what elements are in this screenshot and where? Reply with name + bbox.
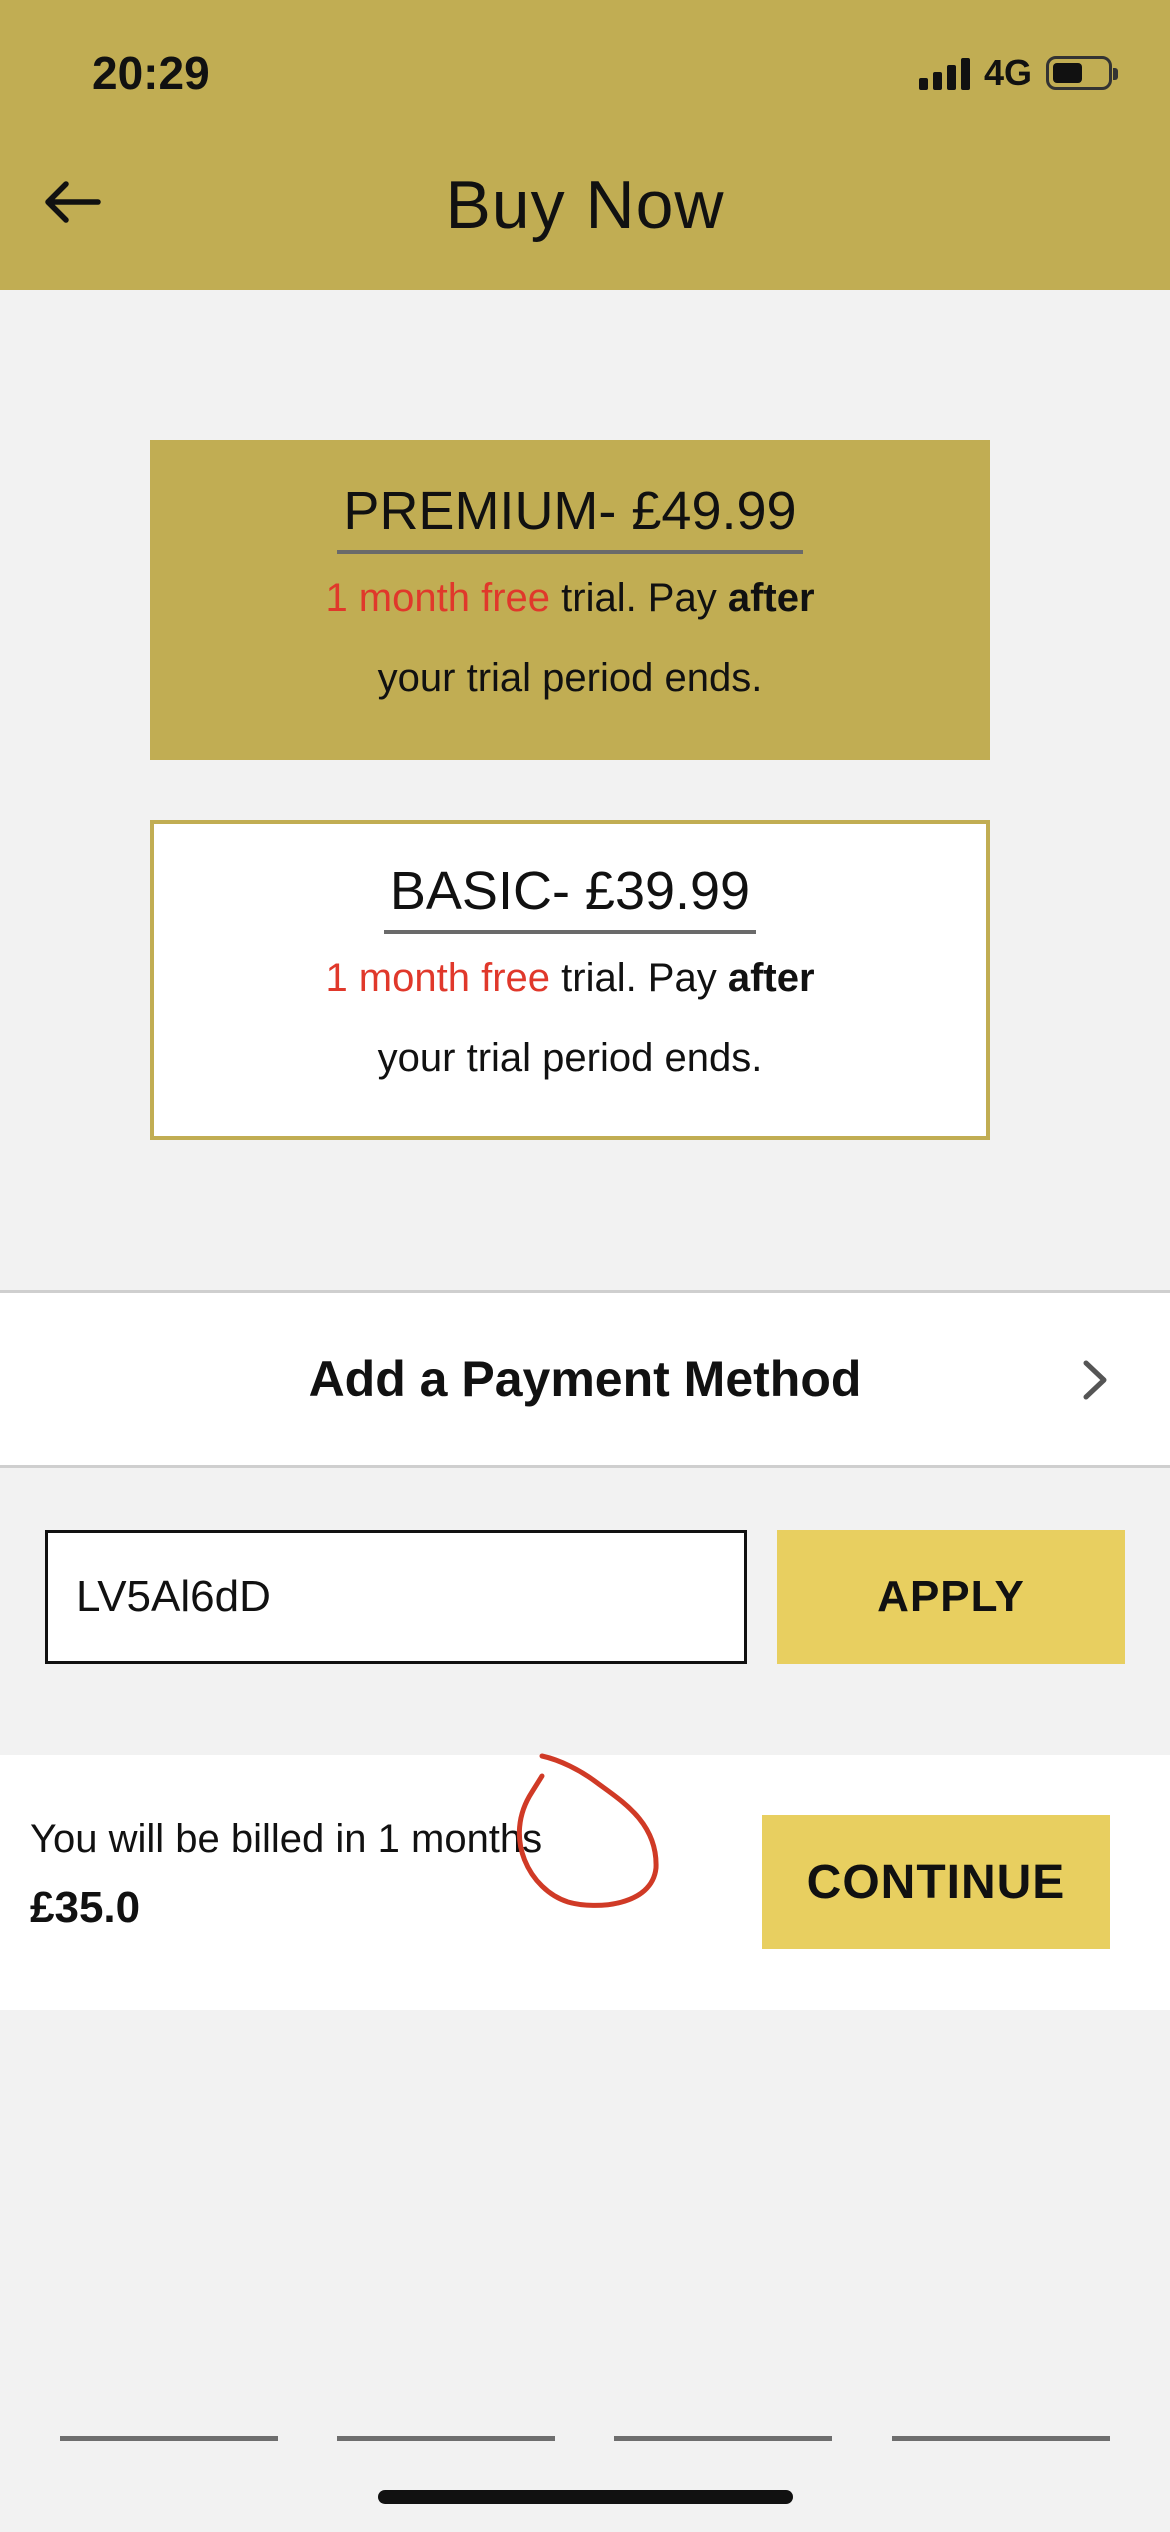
tab-indicator[interactable] <box>60 2436 278 2441</box>
battery-icon <box>1046 56 1118 90</box>
signal-icon <box>918 56 970 90</box>
plan-title: BASIC- £39.99 <box>383 860 757 934</box>
apply-button[interactable]: APPLY <box>777 1530 1125 1664</box>
plan-description: 1 month free trial. Pay after your trial… <box>325 956 815 1080</box>
continue-button[interactable]: CONTINUE <box>762 1815 1110 1949</box>
tab-indicator[interactable] <box>892 2436 1110 2441</box>
billing-panel: You will be billed in 1 months £35.0 CON… <box>0 1755 1170 2010</box>
tab-indicator[interactable] <box>337 2436 555 2441</box>
page-title: Buy Now <box>445 167 725 243</box>
plan-card-basic[interactable]: BASIC- £39.99 1 month free trial. Pay af… <box>150 820 990 1140</box>
status-time: 20:29 <box>92 47 210 99</box>
free-trial-highlight: 1 month free <box>325 576 551 620</box>
tab-indicator[interactable] <box>614 2436 832 2441</box>
plan-card-premium[interactable]: PREMIUM- £49.99 1 month free trial. Pay … <box>150 440 990 760</box>
network-label: 4G <box>983 52 1032 93</box>
status-icons: 4G <box>918 52 1118 94</box>
chevron-right-icon <box>1083 1360 1107 1400</box>
plan-title: PREMIUM- £49.99 <box>337 480 803 554</box>
billing-amount: £35.0 <box>30 1883 141 1932</box>
plan-description: 1 month free trial. Pay after your trial… <box>325 576 815 700</box>
header: 20:29 4G Buy Now <box>0 0 1170 290</box>
promo-code-input[interactable] <box>45 1530 747 1664</box>
home-indicator[interactable] <box>378 2490 793 2504</box>
add-payment-method-row[interactable]: Add a Payment Method <box>0 1290 1170 1468</box>
payment-method-label: Add a Payment Method <box>308 1351 862 1407</box>
free-trial-highlight: 1 month free <box>325 956 551 1000</box>
billing-info-text: You will be billed in 1 months <box>30 1817 543 1861</box>
